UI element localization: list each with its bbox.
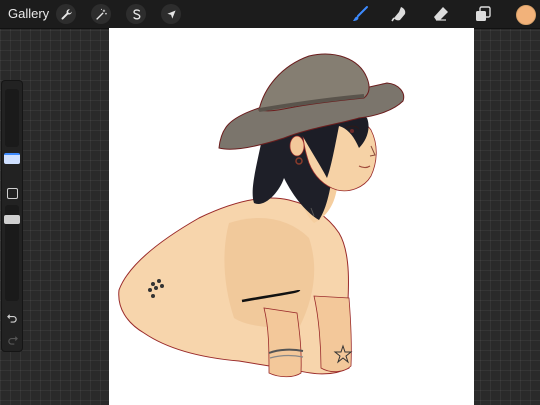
- arrow-cursor-icon[interactable]: [161, 4, 181, 24]
- magic-wand-icon[interactable]: [91, 4, 111, 24]
- smudge-icon[interactable]: [389, 4, 411, 24]
- square-icon[interactable]: [7, 188, 18, 199]
- color-swatch[interactable]: [516, 5, 536, 25]
- brush-size-thumb[interactable]: [4, 153, 20, 164]
- redo-icon[interactable]: [6, 333, 18, 345]
- gallery-button[interactable]: Gallery: [8, 6, 49, 21]
- character-drawing: [118, 53, 405, 378]
- layers-icon[interactable]: [472, 4, 494, 24]
- brush-icon[interactable]: [349, 4, 371, 24]
- top-toolbar: Gallery: [0, 0, 540, 29]
- drawing-canvas[interactable]: [109, 28, 474, 405]
- eraser-icon[interactable]: [430, 4, 452, 24]
- brush-size-slider[interactable]: [5, 89, 19, 147]
- wrench-icon[interactable]: [56, 4, 76, 24]
- left-sidebar: [1, 80, 23, 352]
- undo-icon[interactable]: [6, 311, 18, 323]
- opacity-thumb[interactable]: [4, 215, 20, 224]
- selection-s-icon[interactable]: [126, 4, 146, 24]
